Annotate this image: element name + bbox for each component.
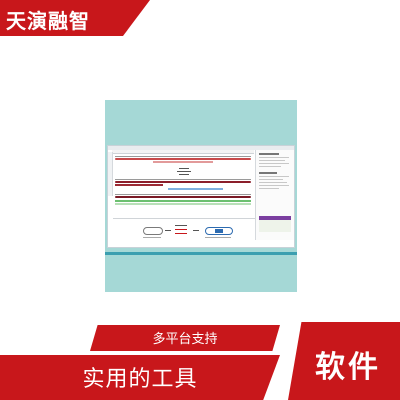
tag-platform-label: 多平台支持: [152, 332, 218, 347]
site-label: [179, 168, 189, 169]
panel-row: [259, 179, 283, 180]
brand-banner: 天演融智: [0, 0, 150, 36]
ruler-line: [115, 194, 251, 195]
feature-bar: [115, 184, 163, 186]
insert-label: [175, 229, 187, 230]
tag-category-label: 软件: [315, 350, 381, 385]
tag-category: 软件: [288, 322, 400, 400]
result-label: [205, 237, 231, 238]
panel-row: [259, 163, 289, 164]
insert-segment: [215, 229, 223, 233]
arrow-icon: [165, 230, 171, 231]
feature-bar: [153, 161, 213, 163]
sequence-editor-screenshot: [108, 146, 294, 247]
panel-row: [259, 185, 289, 186]
properties-panel: [255, 150, 294, 240]
panel-row: [259, 166, 281, 167]
panel-row: [259, 160, 285, 161]
tag-platform: 多平台支持: [90, 325, 280, 351]
sequence-map-view: [113, 154, 255, 212]
info-box: [259, 220, 291, 232]
feature-bar: [115, 200, 251, 202]
result-vector: [205, 227, 233, 235]
panel-row: [259, 188, 279, 189]
brand-name: 天演融智: [6, 9, 90, 33]
arrow-icon: [193, 230, 199, 231]
site-label: [179, 174, 189, 175]
insert-label: [175, 233, 187, 234]
feature-bar: [115, 203, 251, 205]
tag-tool: 实用的工具: [0, 355, 280, 400]
vector-label: [143, 237, 161, 238]
panel-row: [259, 182, 287, 183]
panel-row: [259, 157, 289, 158]
cloning-workflow-bar: [113, 218, 255, 245]
tag-tool-label: 实用的工具: [82, 367, 198, 392]
ruler-line: [115, 179, 251, 180]
panel-title: [259, 153, 279, 155]
vector-diagram: [143, 227, 163, 235]
feature-bar: [168, 188, 223, 190]
product-image-panel: [105, 100, 297, 292]
sequence-track: [115, 158, 251, 160]
site-label: [177, 171, 191, 172]
panel-accent-line: [105, 252, 297, 255]
ruler-line: [115, 156, 251, 157]
panel-row: [259, 176, 289, 177]
sequence-track: [115, 196, 251, 198]
insert-label: [175, 225, 187, 226]
sequence-track: [115, 181, 251, 183]
panel-title: [259, 172, 277, 174]
